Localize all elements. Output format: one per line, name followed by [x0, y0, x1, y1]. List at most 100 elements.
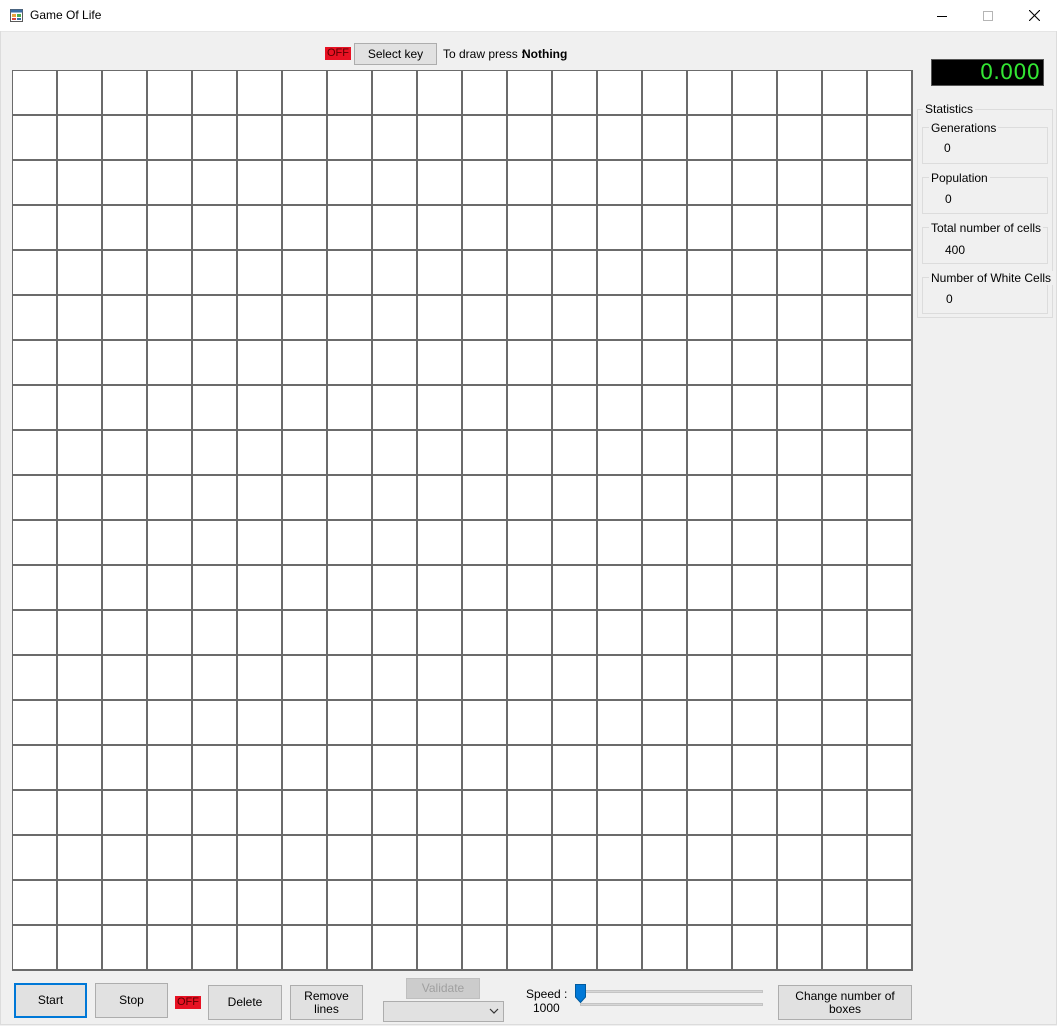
grid-cell[interactable]: [598, 656, 641, 699]
grid-cell[interactable]: [643, 611, 686, 654]
grid-cell[interactable]: [13, 611, 56, 654]
grid-cell[interactable]: [13, 386, 56, 429]
grid-cell[interactable]: [598, 206, 641, 249]
grid-cell[interactable]: [598, 701, 641, 744]
grid-cell[interactable]: [328, 701, 371, 744]
grid-cell[interactable]: [58, 656, 101, 699]
grid-cell[interactable]: [733, 71, 776, 114]
grid-cell[interactable]: [643, 341, 686, 384]
grid-cell[interactable]: [148, 926, 191, 969]
grid-cell[interactable]: [868, 206, 911, 249]
grid-cell[interactable]: [238, 836, 281, 879]
grid-cell[interactable]: [328, 566, 371, 609]
grid-cell[interactable]: [688, 746, 731, 789]
speed-slider-track[interactable]: [580, 990, 763, 993]
grid-cell[interactable]: [418, 836, 461, 879]
grid-cell[interactable]: [553, 71, 596, 114]
grid-cell[interactable]: [103, 836, 146, 879]
grid-cell[interactable]: [58, 296, 101, 339]
grid-cell[interactable]: [418, 116, 461, 159]
grid-cell[interactable]: [823, 881, 866, 924]
grid-cell[interactable]: [238, 296, 281, 339]
grid-cell[interactable]: [823, 656, 866, 699]
grid-cell[interactable]: [463, 161, 506, 204]
grid-cell[interactable]: [553, 116, 596, 159]
grid-cell[interactable]: [643, 836, 686, 879]
grid-cell[interactable]: [553, 476, 596, 519]
grid-cell[interactable]: [598, 926, 641, 969]
grid-cell[interactable]: [58, 476, 101, 519]
grid-cell[interactable]: [148, 206, 191, 249]
grid-cell[interactable]: [238, 71, 281, 114]
grid-cell[interactable]: [643, 791, 686, 834]
grid-cell[interactable]: [283, 71, 326, 114]
start-button[interactable]: Start: [14, 983, 87, 1018]
grid-cell[interactable]: [598, 791, 641, 834]
grid-cell[interactable]: [418, 746, 461, 789]
grid-cell[interactable]: [508, 791, 551, 834]
grid-cell[interactable]: [238, 926, 281, 969]
grid-cell[interactable]: [643, 71, 686, 114]
grid-cell[interactable]: [733, 701, 776, 744]
grid-cell[interactable]: [868, 656, 911, 699]
grid-cell[interactable]: [778, 251, 821, 294]
grid-cell[interactable]: [418, 701, 461, 744]
minimize-button[interactable]: [919, 0, 965, 31]
grid-cell[interactable]: [778, 656, 821, 699]
grid-cell[interactable]: [598, 341, 641, 384]
grid-cell[interactable]: [148, 656, 191, 699]
grid-cell[interactable]: [103, 206, 146, 249]
grid-cell[interactable]: [463, 656, 506, 699]
grid-cell[interactable]: [463, 206, 506, 249]
grid-cell[interactable]: [418, 206, 461, 249]
grid-cell[interactable]: [553, 296, 596, 339]
grid-cell[interactable]: [283, 836, 326, 879]
grid-cell[interactable]: [328, 386, 371, 429]
grid-cell[interactable]: [103, 521, 146, 564]
grid-cell[interactable]: [13, 296, 56, 339]
grid-cell[interactable]: [868, 881, 911, 924]
grid-cell[interactable]: [688, 836, 731, 879]
grid-cell[interactable]: [463, 926, 506, 969]
grid-cell[interactable]: [733, 521, 776, 564]
grid-cell[interactable]: [283, 521, 326, 564]
grid-cell[interactable]: [463, 386, 506, 429]
grid-cell[interactable]: [283, 206, 326, 249]
grid-cell[interactable]: [193, 161, 236, 204]
grid-cell[interactable]: [463, 881, 506, 924]
grid-cell[interactable]: [58, 161, 101, 204]
grid-cell[interactable]: [148, 341, 191, 384]
grid-cell[interactable]: [13, 431, 56, 474]
grid-cell[interactable]: [508, 476, 551, 519]
grid-cell[interactable]: [13, 476, 56, 519]
grid-cell[interactable]: [373, 881, 416, 924]
grid-cell[interactable]: [13, 746, 56, 789]
grid-cell[interactable]: [733, 881, 776, 924]
grid-cell[interactable]: [463, 566, 506, 609]
grid-cell[interactable]: [778, 431, 821, 474]
grid-cell[interactable]: [193, 701, 236, 744]
grid-cell[interactable]: [868, 566, 911, 609]
grid-cell[interactable]: [463, 431, 506, 474]
grid-cell[interactable]: [193, 656, 236, 699]
grid-cell[interactable]: [373, 611, 416, 654]
grid-cell[interactable]: [823, 521, 866, 564]
grid-cell[interactable]: [13, 701, 56, 744]
grid-cell[interactable]: [463, 836, 506, 879]
grid-cell[interactable]: [238, 791, 281, 834]
grid-cell[interactable]: [373, 476, 416, 519]
grid-cell[interactable]: [148, 296, 191, 339]
grid-cell[interactable]: [778, 926, 821, 969]
grid-cell[interactable]: [508, 431, 551, 474]
grid-cell[interactable]: [463, 521, 506, 564]
grid-cell[interactable]: [463, 746, 506, 789]
grid-cell[interactable]: [823, 341, 866, 384]
grid-cell[interactable]: [103, 881, 146, 924]
grid-cell[interactable]: [418, 251, 461, 294]
grid-cell[interactable]: [13, 521, 56, 564]
grid-cell[interactable]: [193, 611, 236, 654]
pattern-select[interactable]: [383, 1001, 504, 1022]
grid-cell[interactable]: [283, 116, 326, 159]
grid-cell[interactable]: [688, 386, 731, 429]
grid-cell[interactable]: [688, 251, 731, 294]
